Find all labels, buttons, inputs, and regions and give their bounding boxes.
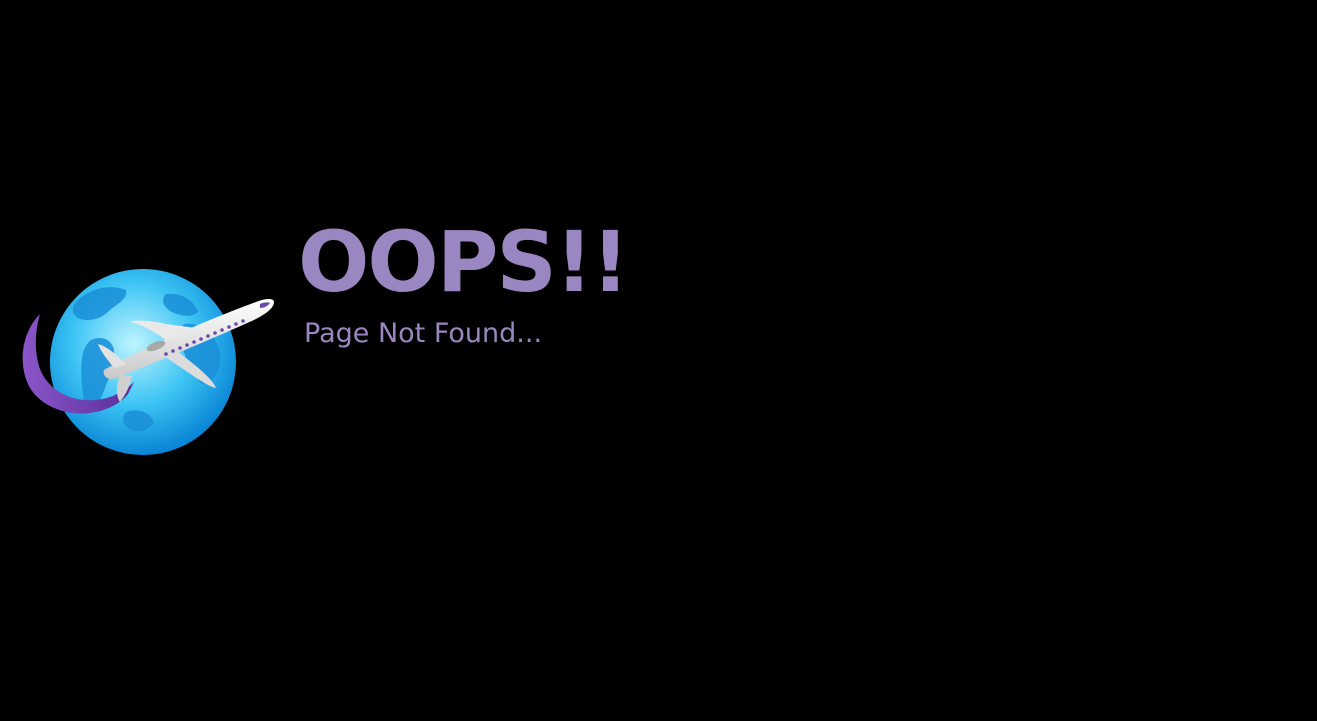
error-message: Page Not Found... xyxy=(304,318,543,349)
page-title: OOPS!! xyxy=(298,213,629,311)
error-page: OOPS!! Page Not Found... xyxy=(0,0,1317,721)
globe-airplane-icon xyxy=(16,262,280,462)
